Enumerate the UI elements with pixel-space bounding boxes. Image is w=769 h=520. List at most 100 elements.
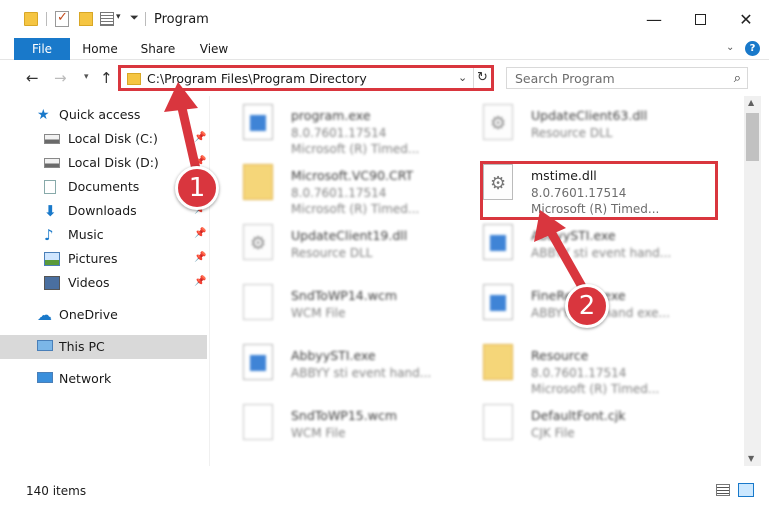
help-icon[interactable]: ? [745, 41, 760, 56]
sidebar-item-downloads[interactable]: ⬇ Downloads 📌 [0, 199, 207, 223]
item-count: 140 items [26, 484, 87, 498]
window-title: Program [154, 12, 209, 27]
step-2-badge: 2 [565, 284, 609, 328]
file-item[interactable]: UpdateClient63.dll Resource DLL [461, 98, 701, 158]
folder-icon[interactable] [24, 12, 38, 26]
address-path[interactable]: C:\Program Files\Program Directory [147, 71, 367, 86]
sidebar-item-local-disk-d[interactable]: Local Disk (D:) 📌 [0, 151, 207, 175]
scrollbar-thumb[interactable] [746, 113, 759, 161]
file-list: program.exe 8.0.7601.17514 Microsoft (R)… [211, 96, 744, 466]
file-item[interactable]: DefaultFont.cjk CJK File [461, 398, 701, 458]
file-item[interactable]: UpdateClient19.dll Resource DLL [221, 218, 461, 278]
sidebar-item-pictures[interactable]: Pictures 📌 [0, 247, 207, 271]
tab-file[interactable]: File [14, 38, 70, 60]
close-button[interactable]: ✕ [723, 0, 769, 38]
customize-toolbar-icon[interactable]: ⏷ [130, 11, 139, 25]
file-type: WCM File [291, 426, 346, 440]
file-description: Microsoft (R) Timed... [291, 142, 420, 156]
file-type: Resource DLL [531, 126, 613, 140]
vertical-scrollbar[interactable]: ▲ ▼ [744, 96, 761, 466]
sidebar-item-label: Documents [68, 179, 140, 194]
maximize-button[interactable] [677, 0, 723, 38]
dll-file-icon [483, 104, 513, 140]
sidebar-item-label: Videos [68, 275, 110, 290]
file-item[interactable]: SndToWP15.wcm WCM File [221, 398, 461, 458]
pin-icon[interactable]: 📌 [194, 132, 206, 143]
file-version: 8.0.7601.17514 [291, 126, 387, 140]
navigation-bar: ← → ▾ ↑ C:\Program Files\Program Directo… [0, 61, 769, 95]
pin-icon[interactable]: 📌 [194, 276, 206, 287]
back-arrow-icon[interactable]: ← [26, 69, 39, 87]
file-item[interactable]: SndToWP14.wcm WCM File [221, 278, 461, 338]
document-file-icon [483, 404, 513, 440]
recent-locations-icon[interactable]: ▾ [84, 72, 89, 82]
step-1-badge: 1 [175, 166, 219, 210]
sidebar-item-label: Quick access [59, 107, 141, 122]
tab-view[interactable]: View [194, 38, 234, 60]
file-item[interactable]: AbbyySTI.exe ABBYY sti event hand... [221, 338, 461, 398]
separator [46, 12, 47, 26]
pin-icon[interactable]: 📌 [194, 252, 206, 263]
scroll-down-icon[interactable]: ▼ [748, 454, 754, 463]
annotation-highlight-box [480, 161, 718, 220]
minimize-button[interactable]: — [631, 0, 677, 38]
file-item[interactable]: AbbyySTI.exe ABBYY sti event hand... [461, 218, 701, 278]
file-description: ABBYY sti event hand... [531, 246, 672, 260]
sidebar-item-onedrive[interactable]: ☁ OneDrive [0, 303, 207, 327]
refresh-icon[interactable]: ↻ [473, 68, 491, 88]
expand-ribbon-icon[interactable]: ⌄ [726, 42, 734, 53]
this-pc-icon [37, 340, 53, 351]
sidebar-item-label: Local Disk (D:) [68, 155, 159, 170]
file-item[interactable]: Microsoft.VC90.CRT 8.0.7601.17514 Micros… [221, 158, 461, 218]
file-description: ABBYY sti event hand... [291, 366, 432, 380]
document-file-icon [243, 404, 273, 440]
forward-arrow-icon[interactable]: → [54, 69, 67, 87]
sidebar-item-videos[interactable]: Videos 📌 [0, 271, 207, 295]
ribbon-tabs: File Home Share View ⌄ ? [0, 38, 769, 60]
folder-icon [483, 344, 513, 380]
folder-icon [243, 164, 273, 200]
new-folder-icon[interactable] [79, 12, 93, 26]
file-name: SndToWP14.wcm [291, 288, 397, 303]
tab-share[interactable]: Share [136, 38, 180, 60]
sidebar-item-local-disk-c[interactable]: Local Disk (C:) 📌 [0, 127, 207, 151]
address-bar[interactable]: C:\Program Files\Program Directory ⌄ ↻ [118, 65, 494, 91]
chevron-down-icon[interactable]: ▾ [116, 12, 121, 22]
chevron-down-icon[interactable]: ⌄ [458, 71, 467, 84]
sidebar-item-network[interactable]: Network [0, 367, 207, 391]
exe-file-icon [243, 104, 273, 140]
search-input[interactable]: Search Program ⌕ [506, 67, 748, 89]
sidebar-item-this-pc[interactable]: This PC [0, 335, 207, 359]
list-view-icon[interactable] [100, 12, 114, 26]
maximize-icon [694, 13, 706, 25]
navigation-pane: ★ Quick access Local Disk (C:) 📌 Local D… [0, 96, 210, 466]
star-icon: ★ [37, 107, 50, 123]
folder-icon [127, 73, 141, 85]
disk-icon [44, 134, 60, 144]
large-icons-view-icon[interactable] [738, 483, 754, 497]
scroll-up-icon[interactable]: ▲ [748, 98, 754, 107]
document-file-icon [243, 284, 273, 320]
disk-icon [44, 158, 60, 168]
file-name: SndToWP15.wcm [291, 408, 397, 423]
tab-home[interactable]: Home [78, 38, 122, 60]
file-name: AbbyySTI.exe [531, 228, 616, 243]
file-item[interactable]: program.exe 8.0.7601.17514 Microsoft (R)… [221, 98, 461, 158]
file-name: UpdateClient63.dll [531, 108, 648, 123]
file-name: Microsoft.VC90.CRT [291, 168, 414, 183]
sidebar-item-music[interactable]: ♪ Music 📌 [0, 223, 207, 247]
sidebar-item-quick-access[interactable]: ★ Quick access [0, 103, 207, 127]
details-view-icon[interactable] [716, 484, 730, 496]
search-icon[interactable]: ⌕ [734, 71, 741, 86]
network-icon [37, 372, 53, 383]
file-version: 8.0.7601.17514 [531, 366, 627, 380]
pin-icon[interactable]: 📌 [194, 228, 206, 239]
file-name: AbbyySTI.exe [291, 348, 376, 363]
exe-file-icon [483, 224, 513, 260]
onedrive-icon: ☁ [37, 306, 52, 324]
videos-icon [44, 276, 60, 290]
up-arrow-icon[interactable]: ↑ [100, 69, 113, 87]
sidebar-item-label: This PC [59, 339, 105, 354]
properties-check-icon[interactable] [55, 10, 69, 27]
file-item[interactable]: Resource 8.0.7601.17514 Microsoft (R) Ti… [461, 338, 701, 398]
